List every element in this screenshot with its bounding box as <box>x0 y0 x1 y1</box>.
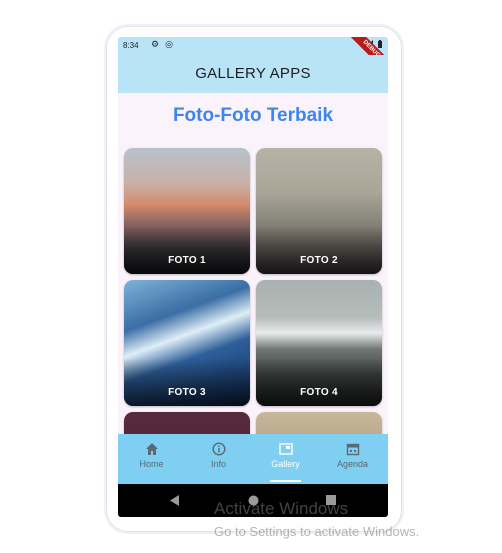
active-tab-indicator <box>270 480 301 482</box>
gallery-icon <box>278 443 293 455</box>
photo-grid: FOTO 1 FOTO 2 FOTO 3 FOTO 4 <box>118 37 388 434</box>
back-icon[interactable] <box>170 495 180 506</box>
nav-label-home: Home <box>139 459 164 469</box>
photo-card-2[interactable]: FOTO 2 <box>256 148 382 274</box>
photo-label-3: FOTO 3 <box>168 387 206 398</box>
activate-windows-title: Activate Windows <box>214 499 349 518</box>
photo-card-shade <box>256 358 382 406</box>
phone-screen: 8:34 ⚙ ◎ DEBUG GALLERY APPS Foto-Foto Te… <box>118 37 388 517</box>
bottom-navigation: Home Info Gallery Agenda <box>118 434 388 484</box>
nav-label-gallery: Gallery <box>271 459 300 469</box>
activate-windows-subtitle: Go to Settings to activate Windows. <box>214 524 420 539</box>
photo-label-1: FOTO 1 <box>168 255 206 266</box>
photo-card-1[interactable]: FOTO 1 <box>124 148 250 274</box>
nav-item-agenda[interactable]: Agenda <box>319 434 386 484</box>
nav-label-info: Info <box>210 459 226 469</box>
photo-card-3[interactable]: FOTO 3 <box>124 280 250 406</box>
photo-card-shade <box>124 358 250 406</box>
calendar-icon <box>346 443 359 456</box>
photo-card-shade <box>124 226 250 274</box>
photo-label-2: FOTO 2 <box>300 255 338 266</box>
home-icon <box>145 443 158 455</box>
nav-label-agenda: Agenda <box>336 459 369 469</box>
photo-label-4: FOTO 4 <box>300 387 338 398</box>
nav-item-gallery[interactable]: Gallery <box>252 434 319 484</box>
nav-item-info[interactable]: Info <box>185 434 252 484</box>
photo-card-4[interactable]: FOTO 4 <box>256 280 382 406</box>
nav-item-home[interactable]: Home <box>118 434 185 484</box>
photo-card-5[interactable] <box>124 412 250 434</box>
info-icon <box>211 442 226 456</box>
photo-card-6[interactable] <box>256 412 382 434</box>
photo-card-shade <box>256 226 382 274</box>
